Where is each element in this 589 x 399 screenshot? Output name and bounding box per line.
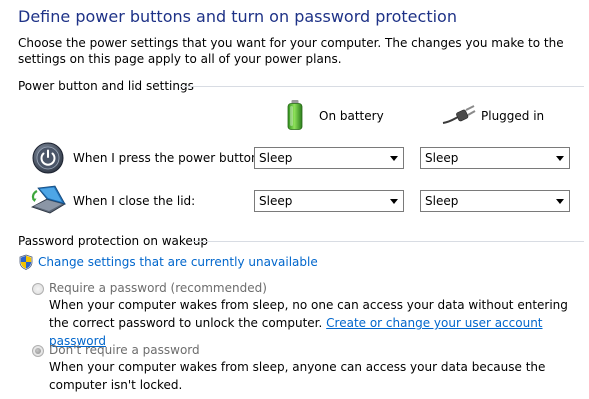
require-password-radio[interactable] xyxy=(32,283,44,295)
chevron-down-icon xyxy=(390,156,398,161)
power-section-header: Power button and lid settings xyxy=(18,79,584,93)
page-title: Define power buttons and turn on passwor… xyxy=(18,7,457,26)
require-password-description: When your computer wakes from sleep, no … xyxy=(49,296,579,350)
password-section-header: Password protection on wakeup xyxy=(18,234,584,248)
dont-require-password-description: When your computer wakes from sleep, any… xyxy=(49,360,546,392)
power-button-plugged-value: Sleep xyxy=(425,151,459,165)
close-lid-battery-value: Sleep xyxy=(259,194,293,208)
power-button-label: When I press the power button: xyxy=(73,151,263,165)
power-button-plugged-select[interactable]: Sleep xyxy=(420,147,570,169)
dont-require-password-label[interactable]: Don't require a password xyxy=(49,343,200,357)
column-on-battery: On battery xyxy=(319,109,384,123)
close-lid-plugged-value: Sleep xyxy=(425,194,459,208)
password-section-title: Password protection on wakeup xyxy=(18,234,209,248)
uac-shield-icon xyxy=(18,254,34,270)
close-lid-label: When I close the lid: xyxy=(73,194,196,208)
laptop-lid-icon xyxy=(29,185,67,215)
page-intro: Choose the power settings that you want … xyxy=(18,36,564,66)
column-plugged-in: Plugged in xyxy=(481,109,545,123)
chevron-down-icon xyxy=(556,156,564,161)
section-divider xyxy=(192,241,584,242)
power-button-battery-value: Sleep xyxy=(259,151,293,165)
power-section-title: Power button and lid settings xyxy=(18,79,194,93)
close-lid-battery-select[interactable]: Sleep xyxy=(254,190,404,212)
power-button-icon xyxy=(32,142,64,174)
power-plug-icon xyxy=(442,105,476,127)
section-divider xyxy=(180,86,584,87)
close-lid-plugged-select[interactable]: Sleep xyxy=(420,190,570,212)
chevron-down-icon xyxy=(390,199,398,204)
change-unavailable-settings-link[interactable]: Change settings that are currently unava… xyxy=(38,255,318,269)
dont-require-password-radio[interactable] xyxy=(32,345,44,357)
battery-icon xyxy=(286,99,304,131)
power-button-battery-select[interactable]: Sleep xyxy=(254,147,404,169)
chevron-down-icon xyxy=(556,199,564,204)
require-password-label[interactable]: Require a password (recommended) xyxy=(49,281,267,295)
